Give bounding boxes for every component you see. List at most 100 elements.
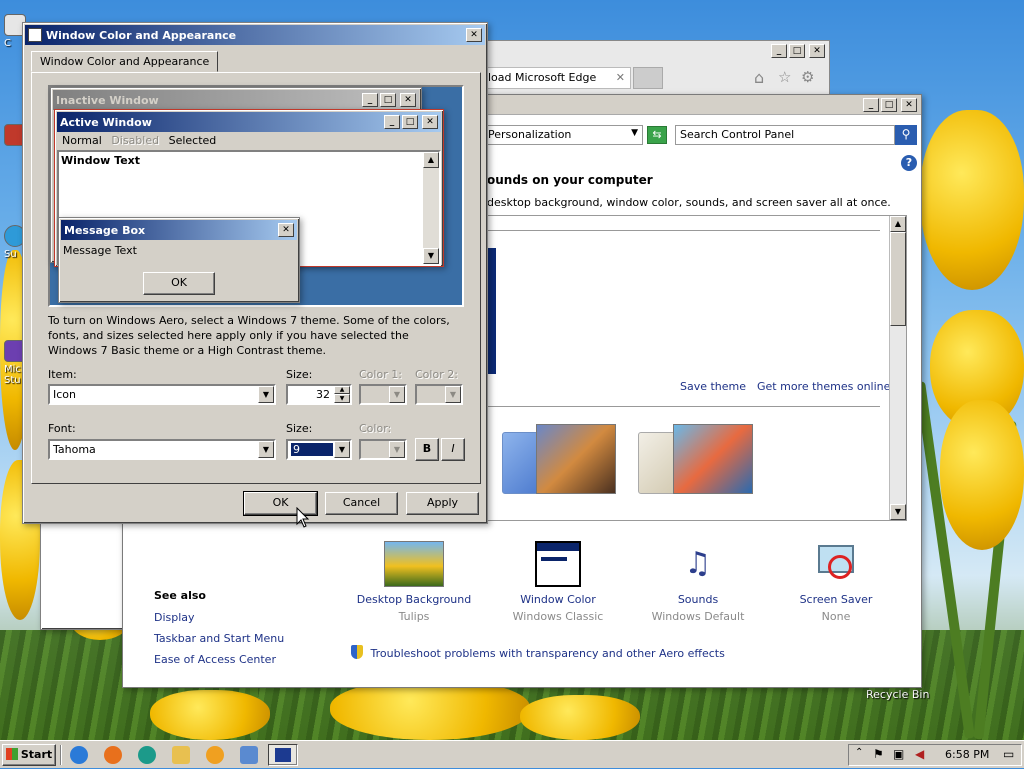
preview-message-box[interactable]: Message Box ✕ Message Text OK	[58, 217, 300, 303]
font-select[interactable]: Tahoma ▼	[48, 439, 276, 460]
search-input[interactable]: Search Control Panel	[675, 125, 895, 145]
appearance-preview[interactable]: Inactive Window _ □ ✕ Active Window _ □ …	[48, 85, 464, 307]
control-panel-taskbar-icon[interactable]	[240, 746, 258, 764]
media-player-icon[interactable]	[206, 746, 224, 764]
ease-of-access-link[interactable]: Ease of Access Center	[154, 653, 276, 666]
maximize-button[interactable]: □	[402, 115, 418, 129]
save-theme-link[interactable]: Save theme	[680, 380, 746, 393]
tulip-flower	[920, 110, 1024, 290]
volume-muted-icon[interactable]: ◀	[915, 747, 924, 761]
chevron-down-icon[interactable]: ▼	[258, 386, 274, 403]
network-icon[interactable]: ▣	[893, 747, 904, 761]
theme-thumbnail[interactable]	[488, 248, 496, 374]
new-tab-button[interactable]	[633, 67, 663, 89]
internet-explorer-icon[interactable]	[70, 746, 88, 764]
divider	[488, 406, 880, 407]
close-button[interactable]: ✕	[809, 44, 825, 58]
chevron-down-icon[interactable]: ▼	[334, 441, 350, 458]
chevron-down-icon[interactable]: ▼	[389, 441, 405, 458]
windows-logo-icon	[5, 748, 18, 760]
italic-button[interactable]: I	[441, 438, 465, 461]
scroll-down-button[interactable]: ▼	[890, 504, 906, 520]
close-button[interactable]: ✕	[466, 28, 482, 42]
edge-tab[interactable]: load Microsoft Edge ✕	[481, 67, 631, 89]
item-label: Item:	[48, 368, 77, 381]
refresh-icon[interactable]: ⇆	[647, 126, 667, 144]
preview-scrollbar[interactable]: ▲ ▼	[423, 152, 439, 264]
settings-gear-icon[interactable]: ⚙	[801, 68, 814, 86]
firefox-icon[interactable]	[104, 746, 122, 764]
minimize-button[interactable]: _	[384, 115, 400, 129]
preview-menu-bar: Normal Disabled Selected	[59, 134, 219, 147]
address-bar[interactable]: Personalization ▼	[483, 125, 643, 145]
background-window	[40, 520, 130, 630]
troubleshoot-row[interactable]: Troubleshoot problems with transparency …	[351, 645, 725, 660]
get-more-themes-link[interactable]: Get more themes online	[757, 380, 890, 393]
taskbar-start-menu-link[interactable]: Taskbar and Start Menu	[154, 632, 284, 645]
close-button[interactable]: ✕	[400, 93, 416, 107]
screen-saver-tile[interactable]: Screen Saver None	[771, 541, 901, 623]
active-task-button[interactable]	[268, 744, 298, 766]
minimize-button[interactable]: _	[771, 44, 787, 58]
color1-picker[interactable]: ▼	[359, 384, 407, 405]
start-button[interactable]: Start	[2, 744, 56, 766]
font-color-picker[interactable]: ▼	[359, 439, 407, 460]
color2-picker[interactable]: ▼	[415, 384, 463, 405]
help-icon[interactable]: ?	[901, 155, 917, 171]
home-icon[interactable]: ⌂	[754, 68, 764, 87]
tulip-flower	[330, 680, 530, 740]
stepper-down-icon[interactable]: ▼	[334, 394, 350, 403]
maximize-button[interactable]: □	[789, 44, 805, 58]
flag-icon[interactable]: ⚑	[873, 747, 884, 761]
stepper-up-icon[interactable]: ▲	[334, 386, 350, 394]
theme-list[interactable]: Save theme Get more themes online ▲ ▼	[487, 215, 907, 521]
window-color-tile[interactable]: Window Color Windows Classic	[493, 541, 623, 623]
clock[interactable]: 6:58 PM	[945, 748, 989, 761]
item-select[interactable]: Icon ▼	[48, 384, 276, 405]
window-text: Window Text	[61, 154, 141, 167]
minimize-button[interactable]: _	[362, 93, 378, 107]
cancel-button[interactable]: Cancel	[325, 492, 398, 515]
theme-characters-thumbnail[interactable]	[673, 424, 753, 494]
action-center-icon[interactable]: ▭	[1003, 747, 1014, 761]
minimize-button[interactable]: _	[863, 98, 879, 112]
close-button[interactable]: ✕	[422, 115, 438, 129]
favorites-star-icon[interactable]: ☆	[778, 68, 791, 86]
color2-label: Color 2:	[415, 368, 458, 381]
maximize-button[interactable]: □	[881, 98, 897, 112]
item-size-label: Size:	[286, 368, 313, 381]
scroll-thumb[interactable]	[890, 232, 906, 326]
close-tab-icon[interactable]: ✕	[616, 71, 625, 84]
chevron-down-icon[interactable]: ▼	[445, 386, 461, 403]
scroll-up-button[interactable]: ▲	[890, 216, 906, 232]
item-size-stepper[interactable]: 32 ▲ ▼	[286, 384, 352, 405]
menu-normal[interactable]: Normal	[59, 133, 105, 148]
scroll-down-button[interactable]: ▼	[423, 248, 439, 264]
search-icon[interactable]: ⚲	[895, 125, 917, 145]
message-box-ok-button[interactable]: OK	[143, 272, 215, 295]
close-button[interactable]: ✕	[901, 98, 917, 112]
edge-icon[interactable]	[138, 746, 156, 764]
chevron-down-icon[interactable]: ▼	[258, 441, 274, 458]
desktop-background-tile[interactable]: Desktop Background Tulips	[349, 541, 479, 623]
chevron-up-icon[interactable]: ⌃	[855, 747, 863, 758]
see-also-heading: See also	[154, 589, 206, 602]
file-explorer-icon[interactable]	[172, 746, 190, 764]
theme-list-scrollbar[interactable]: ▲ ▼	[889, 216, 906, 520]
dialog-titlebar[interactable]: Window Color and Appearance ✕	[25, 25, 485, 45]
display-link[interactable]: Display	[154, 611, 195, 624]
apply-button[interactable]: Apply	[406, 492, 479, 515]
close-button[interactable]: ✕	[278, 223, 294, 237]
scroll-up-button[interactable]: ▲	[423, 152, 439, 168]
sounds-tile[interactable]: ♫ Sounds Windows Default	[633, 541, 763, 623]
tab-window-color-appearance[interactable]: Window Color and Appearance	[31, 51, 219, 72]
maximize-button[interactable]: □	[380, 93, 396, 107]
bold-button[interactable]: B	[415, 438, 439, 461]
chevron-down-icon[interactable]: ▼	[631, 128, 638, 138]
font-size-select[interactable]: 9 ▼	[286, 439, 352, 460]
window-color-appearance-dialog[interactable]: Window Color and Appearance ✕ Window Col…	[22, 22, 488, 524]
recycle-bin-label[interactable]: Recycle Bin	[866, 688, 929, 701]
theme-architecture-thumbnail[interactable]	[536, 424, 616, 494]
menu-selected[interactable]: Selected	[166, 133, 220, 148]
chevron-down-icon[interactable]: ▼	[389, 386, 405, 403]
